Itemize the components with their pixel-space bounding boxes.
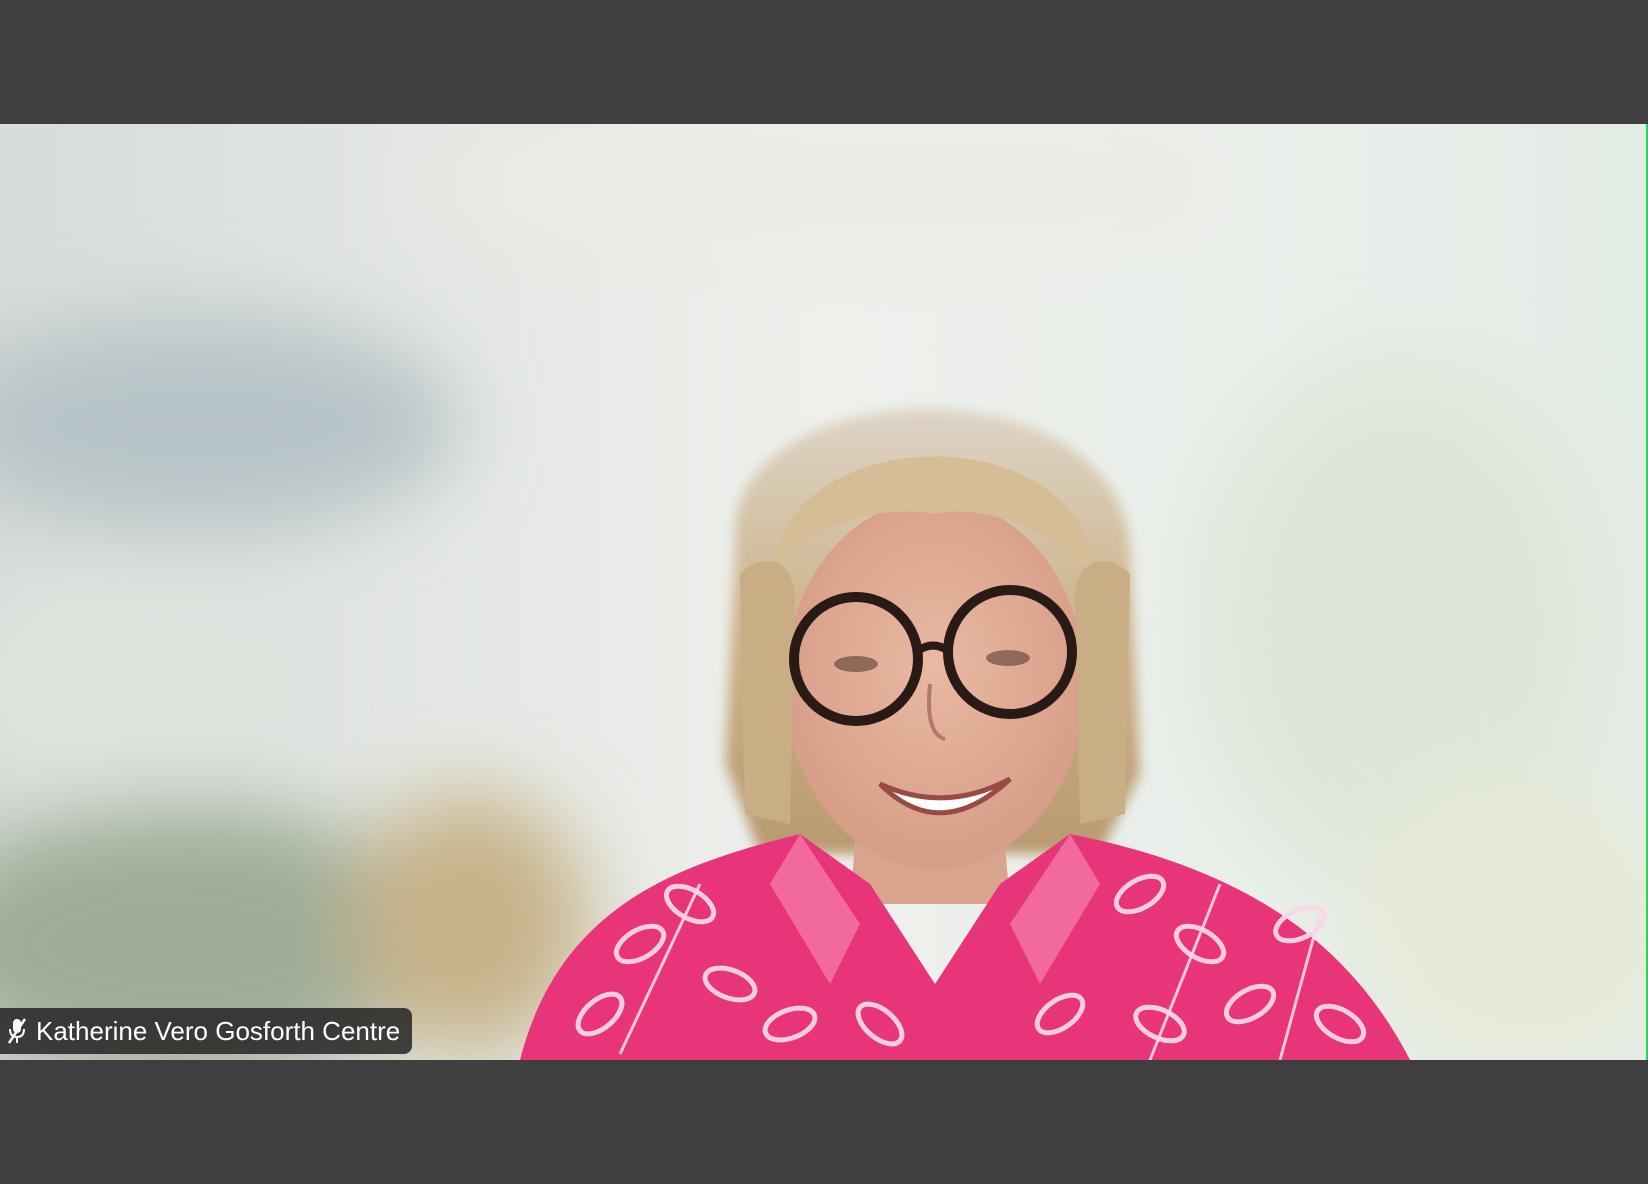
participant-video-feed bbox=[0, 124, 1646, 1060]
mic-muted-icon bbox=[8, 1018, 26, 1044]
participant-name: Katherine Vero Gosforth Centre bbox=[36, 1016, 401, 1046]
participant-video-tile[interactable]: Katherine Vero Gosforth Centre bbox=[0, 124, 1648, 1060]
participant-name-label: Katherine Vero Gosforth Centre bbox=[0, 1008, 413, 1054]
meeting-window: Katherine Vero Gosforth Centre bbox=[0, 0, 1648, 1184]
